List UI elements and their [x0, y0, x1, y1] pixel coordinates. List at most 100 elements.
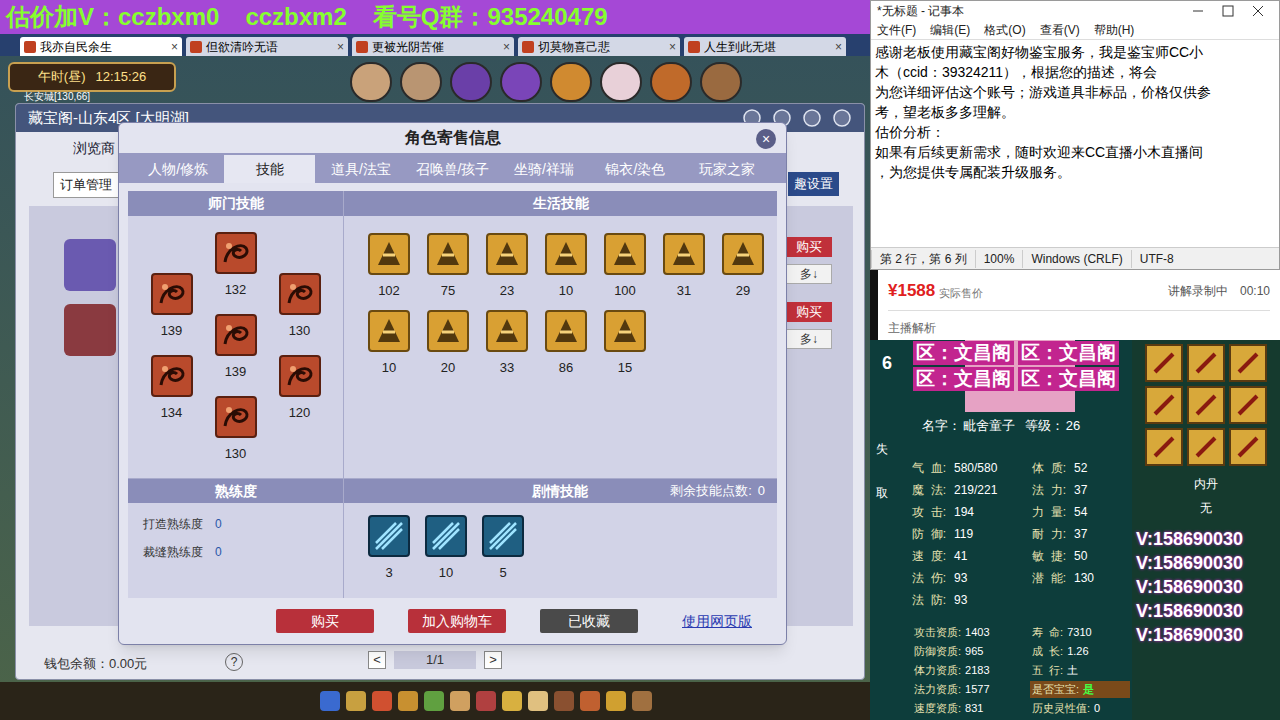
life-skill[interactable]: 10	[545, 233, 587, 299]
avatar-icon[interactable]	[450, 62, 492, 102]
equipment-slot-icon[interactable]	[1187, 344, 1225, 382]
action-button[interactable]: 已收藏	[540, 609, 638, 633]
toolbar-item-icon[interactable]	[502, 691, 522, 711]
interest-settings[interactable]: 趣设置	[788, 172, 839, 196]
banner-label: 看号Q群：	[373, 0, 488, 34]
stat-value: 93	[954, 591, 1032, 609]
buy-button[interactable]: 购买	[786, 302, 832, 322]
game-toolbar	[0, 682, 870, 720]
toolbar-item-icon[interactable]	[372, 691, 392, 711]
contact-watermark: V:158690030	[1136, 551, 1280, 575]
equipment-slot-icon[interactable]	[1187, 386, 1225, 424]
life-skill[interactable]: 15	[604, 310, 646, 376]
dialog-tab[interactable]: 锦衣/染色	[590, 155, 680, 183]
school-skill[interactable]: 120	[279, 355, 321, 421]
tab-close[interactable]: ×	[669, 38, 676, 56]
buy-button[interactable]: 购买	[786, 237, 832, 257]
plot-skill[interactable]: 10	[425, 515, 467, 581]
equipment-slot-icon[interactable]	[1229, 344, 1267, 382]
life-skill[interactable]: 75	[427, 233, 469, 299]
more-button[interactable]: 多↓	[786, 264, 832, 284]
price-amount: ¥1588实际售价	[888, 278, 1168, 304]
toolbar-item-icon[interactable]	[476, 691, 496, 711]
proficiency-list: 打造熟练度0裁缝熟练度0	[128, 503, 343, 561]
avatar-icon[interactable]	[350, 62, 392, 102]
toolbar-item-icon[interactable]	[398, 691, 418, 711]
life-skill[interactable]: 29	[722, 233, 764, 299]
dialog-tab[interactable]: 玩家之家	[682, 155, 772, 183]
more-button[interactable]: 多↓	[786, 329, 832, 349]
close-icon[interactable]	[832, 108, 852, 128]
toolbar-item-icon[interactable]	[528, 691, 548, 711]
tab-close[interactable]: ×	[337, 38, 344, 56]
dialog-tab[interactable]: 人物/修炼	[133, 155, 223, 183]
life-skill[interactable]: 10	[368, 310, 410, 376]
browser-tab[interactable]: 切莫物喜己悲×	[518, 37, 680, 56]
nav-tab[interactable]: 浏览商	[73, 138, 115, 159]
life-skill[interactable]: 20	[427, 310, 469, 376]
toolbar-item-icon[interactable]	[450, 691, 470, 711]
life-skill[interactable]: 102	[368, 233, 410, 299]
toolbar-item-icon[interactable]	[580, 691, 600, 711]
dialog-tab[interactable]: 道具/法宝	[316, 155, 406, 183]
toolbar-item-icon[interactable]	[632, 691, 652, 711]
life-skill[interactable]: 31	[663, 233, 705, 299]
equipment-slot-icon[interactable]	[1187, 428, 1225, 466]
orders-button[interactable]: 订单管理	[53, 172, 119, 198]
menu-item[interactable]: 帮助(H)	[1094, 21, 1135, 39]
avatar-icon[interactable]	[700, 62, 742, 102]
help-button[interactable]: ?	[225, 653, 243, 671]
equipment-slot-icon[interactable]	[1229, 428, 1267, 466]
dialog-tab[interactable]: 坐骑/祥瑞	[499, 155, 589, 183]
avatar-icon[interactable]	[550, 62, 592, 102]
menu-item[interactable]: 格式(O)	[984, 21, 1025, 39]
school-skill[interactable]: 132	[215, 232, 257, 298]
tab-close[interactable]: ×	[503, 38, 510, 56]
school-skills-grid: 139 134 132 139 130 130 120	[128, 216, 343, 478]
menu-item[interactable]: 查看(V)	[1040, 21, 1080, 39]
action-button[interactable]: 加入购物车	[408, 609, 506, 633]
action-button[interactable]: 购买	[276, 609, 374, 633]
menu-item[interactable]: 文件(F)	[877, 21, 916, 39]
equipment-slot-icon[interactable]	[1229, 386, 1267, 424]
life-skill[interactable]: 23	[486, 233, 528, 299]
life-skill[interactable]: 33	[486, 310, 528, 376]
plot-skill[interactable]: 5	[482, 515, 524, 581]
text-line: 估价分析：	[875, 122, 1275, 142]
dialog-tab[interactable]: 召唤兽/孩子	[407, 155, 497, 183]
toolbar-item-icon[interactable]	[606, 691, 626, 711]
equipment-slot-icon[interactable]	[1145, 428, 1183, 466]
avatar-icon[interactable]	[650, 62, 692, 102]
school-skill[interactable]: 139	[215, 314, 257, 380]
avatar-icon[interactable]	[400, 62, 442, 102]
school-skill[interactable]: 139	[151, 273, 193, 339]
browser-tab[interactable]: 人生到此无堪×	[684, 37, 846, 56]
tab-close[interactable]: ×	[171, 38, 178, 56]
toolbar-item-icon[interactable]	[320, 691, 340, 711]
avatar-icon[interactable]	[600, 62, 642, 102]
toolbar-item-icon[interactable]	[346, 691, 366, 711]
toolbar-item-icon[interactable]	[424, 691, 444, 711]
menu-item[interactable]: 编辑(E)	[930, 21, 970, 39]
life-skill[interactable]: 86	[545, 310, 587, 376]
equipment-slot-icon[interactable]	[1145, 344, 1183, 382]
notepad-text[interactable]: 感谢老板使用藏宝阁好物鉴宝服务，我是鉴宝师CC小木（ccid：39324211）…	[871, 39, 1279, 247]
browser-tab[interactable]: 更被光阴苦催×	[352, 37, 514, 56]
school-skill[interactable]: 130	[279, 273, 321, 339]
life-skill[interactable]: 100	[604, 233, 646, 299]
school-skill[interactable]: 134	[151, 355, 193, 421]
prev-page[interactable]: <	[368, 651, 386, 669]
avatar-icon[interactable]	[500, 62, 542, 102]
equipment-slot-icon[interactable]	[1145, 386, 1183, 424]
browser-tab[interactable]: 但欲清吟无语×	[186, 37, 348, 56]
next-page[interactable]: >	[484, 651, 502, 669]
plot-skill[interactable]: 3	[368, 515, 410, 581]
minimize-icon[interactable]	[802, 108, 822, 128]
browser-tab[interactable]: 我亦自民余生×	[20, 37, 182, 56]
dialog-close[interactable]: ×	[756, 129, 776, 149]
school-skill[interactable]: 130	[215, 396, 257, 462]
dialog-tab[interactable]: 技能	[224, 155, 314, 183]
web-version-link[interactable]: 使用网页版	[682, 611, 752, 632]
toolbar-item-icon[interactable]	[554, 691, 574, 711]
tab-close[interactable]: ×	[835, 38, 842, 56]
